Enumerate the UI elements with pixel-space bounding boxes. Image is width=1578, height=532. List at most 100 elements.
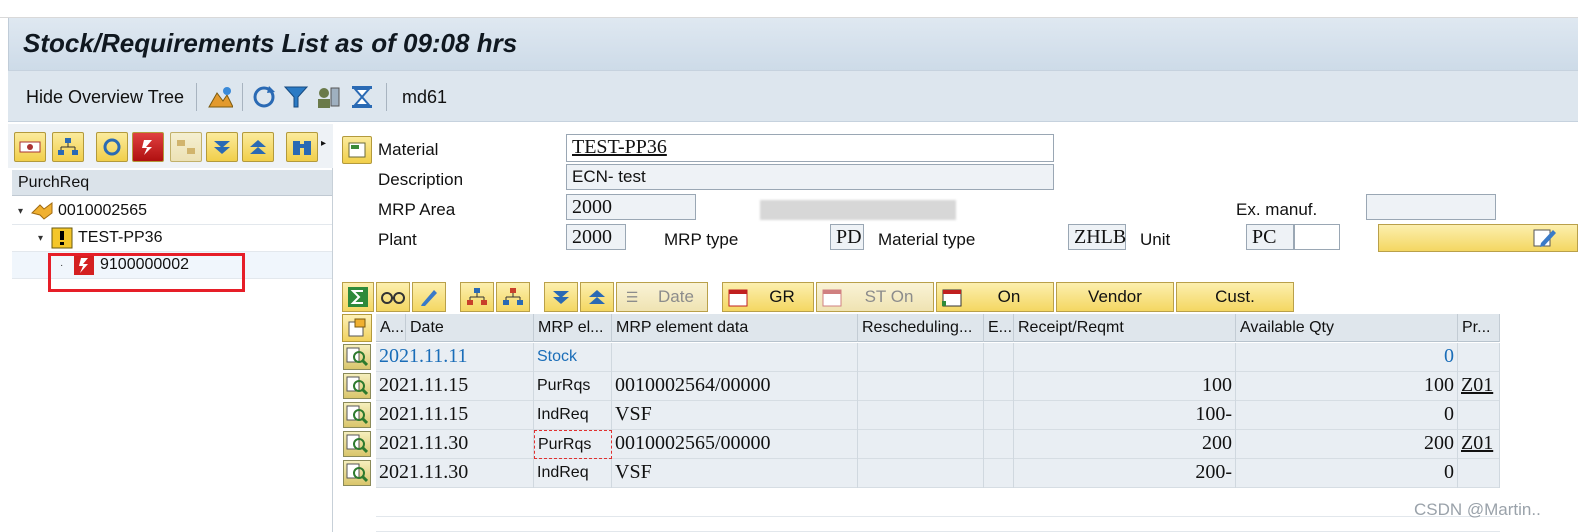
description-label: Description <box>378 170 464 189</box>
table-row[interactable]: 2021.11.30 PurRqs 0010002565/00000 200 2… <box>343 430 1500 459</box>
toolbar-separator <box>242 83 243 111</box>
collapse-all-button[interactable] <box>580 282 614 312</box>
grid-toolbar: ☰ Date GR ST On On Vendor Cust. <box>340 282 1578 314</box>
on-button[interactable]: On <box>936 282 1054 312</box>
hourglass-icon[interactable] <box>348 83 376 111</box>
transaction-code: md61 <box>402 87 448 107</box>
tree-node-label: 0010002565 <box>58 202 147 219</box>
rescheduling-cell <box>858 401 984 430</box>
page-title: Stock/Requirements List as of 09:08 hrs <box>23 28 518 58</box>
mrp-element-data-cell <box>612 343 858 372</box>
user-settings-icon[interactable] <box>314 83 342 111</box>
mountain-icon[interactable] <box>206 83 234 111</box>
date-cell: 2021.11.30 <box>376 459 534 488</box>
available-qty-cell: 0 <box>1236 401 1458 430</box>
tree-expand-icon[interactable] <box>170 132 202 162</box>
double-chevron-up-icon <box>589 290 605 304</box>
customer-button[interactable]: Cust. <box>1176 282 1294 312</box>
expanded-triangle-icon[interactable]: ▾ <box>38 233 50 244</box>
sum-button[interactable] <box>342 282 374 312</box>
pr-cell[interactable] <box>1458 459 1500 488</box>
exception-cell <box>984 430 1014 459</box>
hierarchy-down-button[interactable] <box>496 282 530 312</box>
tree-node-material[interactable]: ▾ TEST-PP36 <box>12 225 332 252</box>
vendor-button[interactable]: Vendor <box>1056 282 1174 312</box>
date-button[interactable]: ☰ Date <box>616 282 708 312</box>
hide-overview-tree-button[interactable]: Hide Overview Tree <box>26 87 184 108</box>
edit-button[interactable] <box>1378 224 1578 252</box>
detail-magnifier-icon[interactable] <box>343 431 371 457</box>
column-header[interactable]: Receipt/Reqmt <box>1014 314 1236 342</box>
detail-magnifier-icon[interactable] <box>343 402 371 428</box>
highlight-annotation-box <box>48 253 245 292</box>
double-chevron-down-icon <box>553 291 569 304</box>
hierarchy-up-button[interactable] <box>460 282 494 312</box>
exception-cell <box>984 343 1014 372</box>
watermark: CSDN @Martin.. <box>1414 500 1541 519</box>
mrp-element-cell: IndReq <box>534 459 612 488</box>
empty-row <box>376 488 1500 517</box>
available-qty-cell: 200 <box>1236 430 1458 459</box>
exception-icon[interactable] <box>132 132 164 162</box>
pr-cell[interactable]: Z01 <box>1458 372 1500 401</box>
table-row[interactable]: 2021.11.11 Stock 0 <box>343 343 1500 372</box>
mrp-element-data-cell: VSF <box>612 401 858 430</box>
table-row[interactable]: 2021.11.15 IndReq VSF 100- 0 <box>343 401 1500 430</box>
overview-tree-pane: ▸ PurchReq ▾ 0010002565 ▾ TEST-PP36 · 91… <box>8 124 333 532</box>
find-binoculars-icon[interactable] <box>286 132 318 162</box>
empty-row <box>376 517 1500 532</box>
detail-magnifier-icon[interactable] <box>343 460 371 486</box>
mrp-element-data-cell: 0010002564/00000 <box>612 372 858 401</box>
pencil-button[interactable] <box>412 282 446 312</box>
mrp-area-field: 2000 <box>566 194 696 220</box>
tree-refresh-icon[interactable] <box>96 132 128 162</box>
date-cell: 2021.11.15 <box>376 372 534 401</box>
detail-magnifier-icon[interactable] <box>343 344 371 370</box>
column-header[interactable]: Available Qty <box>1236 314 1458 342</box>
tree-node-purchreq[interactable]: ▾ 0010002565 <box>12 198 332 225</box>
detail-magnifier-icon[interactable] <box>343 373 371 399</box>
tree-structure-icon[interactable] <box>52 132 84 162</box>
filter-icon[interactable] <box>282 83 310 111</box>
column-header[interactable]: MRP element data <box>612 314 858 342</box>
more-arrow-icon[interactable]: ▸ <box>321 138 326 149</box>
pr-cell[interactable] <box>1458 343 1500 372</box>
material-field[interactable]: TEST-PP36 <box>566 134 1054 162</box>
warning-exclamation-icon <box>50 227 74 249</box>
glasses-button[interactable] <box>376 282 410 312</box>
st-on-button[interactable]: ST On <box>816 282 934 312</box>
expand-all-button[interactable] <box>544 282 578 312</box>
table-row[interactable]: 2021.11.15 PurRqs 0010002564/00000 100 1… <box>343 372 1500 401</box>
receipt-reqmt-cell: 200- <box>1014 459 1236 488</box>
hierarchy-up-icon <box>467 288 487 305</box>
pr-cell[interactable]: Z01 <box>1458 430 1500 459</box>
calendar-icon <box>727 286 749 308</box>
gr-button[interactable]: GR <box>722 282 814 312</box>
on-button-label: On <box>997 287 1021 306</box>
column-header[interactable]: A... <box>376 314 406 342</box>
unit-extra-field[interactable] <box>1294 224 1340 250</box>
tree-node-label: TEST-PP36 <box>78 229 163 246</box>
pr-cell[interactable] <box>1458 401 1500 430</box>
column-header[interactable]: Date <box>406 314 534 342</box>
column-header[interactable]: MRP el... <box>534 314 612 342</box>
collapse-up-icon[interactable] <box>242 132 274 162</box>
receipt-reqmt-cell: 100- <box>1014 401 1236 430</box>
expand-down-icon[interactable] <box>206 132 238 162</box>
header-toggle-icon[interactable] <box>342 136 372 164</box>
available-qty-cell: 0 <box>1236 459 1458 488</box>
tree-collapse-icon[interactable] <box>14 132 46 162</box>
toolbar-separator <box>386 83 387 111</box>
column-header[interactable]: Rescheduling... <box>858 314 984 342</box>
mrp-element-cell: PurRqs <box>534 430 612 459</box>
refresh-icon[interactable] <box>250 83 278 111</box>
grid-header-row: A... Date MRP el... MRP element data Res… <box>376 314 1500 342</box>
ex-manuf-label: Ex. manuf. <box>1236 200 1318 219</box>
expanded-triangle-icon[interactable]: ▾ <box>18 206 30 217</box>
column-header[interactable]: Pr... <box>1458 314 1500 342</box>
mrp-type-field: PD <box>830 224 864 250</box>
table-row[interactable]: 2021.11.30 IndReq VSF 200- 0 <box>343 459 1500 488</box>
hierarchy-down-icon <box>503 288 523 305</box>
layout-settings-icon[interactable] <box>342 314 372 342</box>
column-header[interactable]: E... <box>984 314 1014 342</box>
